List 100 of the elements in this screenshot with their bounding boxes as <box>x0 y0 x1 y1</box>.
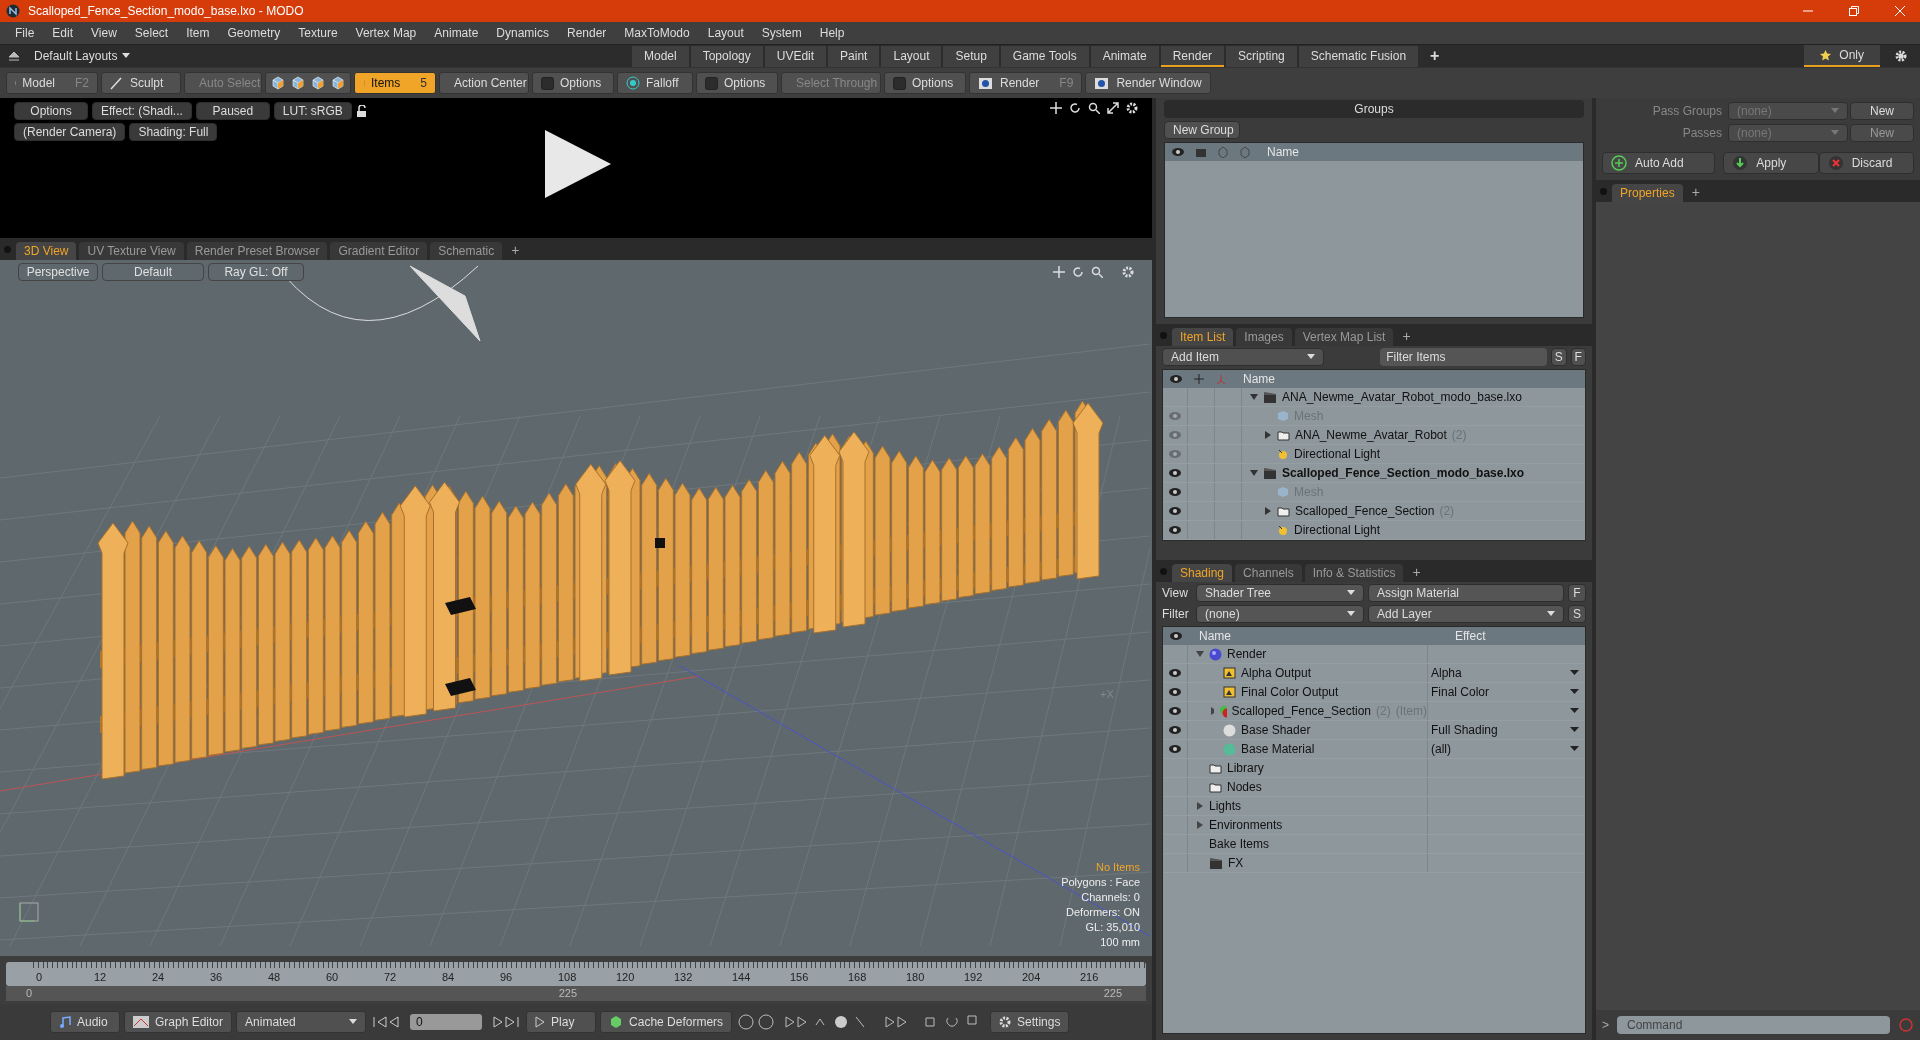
collapse-arrow-icon[interactable] <box>1196 650 1204 658</box>
eye-icon[interactable] <box>1168 668 1182 678</box>
panel-tab[interactable]: Item List <box>1172 328 1234 346</box>
menu-item[interactable]: Vertex Map <box>346 26 426 40</box>
menu-item[interactable]: Animate <box>425 26 488 40</box>
preview-option-button[interactable]: Paused <box>195 102 270 120</box>
add-tab-button[interactable]: + <box>1420 45 1450 67</box>
expand-arrow-icon[interactable] <box>1196 821 1204 829</box>
shader-row[interactable]: Final Color Output Final Color <box>1163 683 1585 702</box>
collapse-icon[interactable] <box>8 51 20 61</box>
f-button[interactable]: F <box>1570 348 1586 366</box>
add-tab-button[interactable]: + <box>1396 326 1417 346</box>
add-layer-dropdown[interactable]: Add Layer <box>1368 605 1564 623</box>
add-item-dropdown[interactable]: Add Item <box>1162 348 1325 366</box>
f-button[interactable]: F <box>1568 584 1586 602</box>
panel-tab[interactable]: Vertex Map List <box>1294 328 1394 346</box>
item-row[interactable]: ANA_Newme_Avatar_Robot_modo_base.lxo <box>1163 388 1585 407</box>
new-group-button[interactable]: New Group <box>1164 121 1240 139</box>
viewport-option-button[interactable]: Perspective <box>18 263 98 281</box>
expand-arrow-icon[interactable] <box>1196 802 1204 810</box>
menu-item[interactable]: Render <box>558 26 616 40</box>
eye-icon[interactable] <box>1168 525 1182 535</box>
move-icon[interactable] <box>1050 102 1062 114</box>
viewport-tab[interactable]: Gradient Editor <box>330 242 428 260</box>
filter-dropdown[interactable]: (none) <box>1196 605 1364 623</box>
only-button[interactable]: Only <box>1804 45 1880 67</box>
panel-tab[interactable]: Info & Statistics <box>1304 564 1404 582</box>
menu-item[interactable]: File <box>6 26 44 40</box>
settings-icon[interactable] <box>1894 49 1908 63</box>
shader-row[interactable]: Bake Items <box>1163 835 1585 854</box>
s-button[interactable]: S <box>1551 348 1567 366</box>
shader-row[interactable]: Environments <box>1163 816 1585 835</box>
layout-tab[interactable]: Render <box>1160 45 1225 67</box>
shader-row[interactable]: Render <box>1163 645 1585 664</box>
viewport-tab[interactable]: UV Texture View <box>79 242 184 260</box>
menu-item[interactable]: Dynamics <box>487 26 558 40</box>
layout-tab[interactable]: Topology <box>690 45 763 67</box>
panel-tab[interactable]: Channels <box>1235 564 1302 582</box>
menu-item[interactable]: Select <box>125 26 178 40</box>
collapse-arrow-icon[interactable] <box>1250 393 1258 401</box>
toolbar-button[interactable]: Model F2 <box>6 72 98 94</box>
menu-item[interactable]: View <box>82 26 126 40</box>
settings-button[interactable]: Settings <box>990 1011 1070 1033</box>
item-row[interactable]: Scalloped_Fence_Section_modo_base.lxo <box>1163 464 1585 483</box>
close-icon[interactable] <box>1894 5 1906 17</box>
audio-button[interactable]: Audio <box>50 1011 120 1033</box>
settings-icon[interactable] <box>1126 102 1138 114</box>
collapse-arrow-icon[interactable] <box>1250 469 1258 477</box>
mode-dropdown[interactable]: Animated <box>236 1011 367 1033</box>
menu-item[interactable]: Item <box>177 26 219 40</box>
search-icon[interactable] <box>1088 102 1100 114</box>
add-tab-button[interactable]: + <box>505 240 526 260</box>
toolbar-button[interactable]: Items 5 <box>354 72 436 94</box>
play-icon[interactable] <box>545 130 611 198</box>
eye-icon[interactable] <box>1168 725 1182 735</box>
eye-icon[interactable] <box>1168 687 1182 697</box>
new-pass-group-button[interactable]: New <box>1850 102 1914 120</box>
shader-row[interactable]: FX <box>1163 854 1585 873</box>
menu-item[interactable]: MaxToModo <box>615 26 699 40</box>
column-header[interactable]: Name <box>1199 629 1439 643</box>
discard-button[interactable]: Discard <box>1818 152 1914 174</box>
toolbar-button[interactable]: Falloff <box>617 72 693 94</box>
shader-row[interactable]: Lights <box>1163 797 1585 816</box>
toolbar-button[interactable]: Options <box>696 72 778 94</box>
shader-row[interactable]: Base Material (all) <box>1163 740 1585 759</box>
layouts-dropdown[interactable]: Default Layouts <box>34 49 184 63</box>
expand-arrow-icon[interactable] <box>1210 707 1215 715</box>
panel-tab[interactable]: Images <box>1236 328 1292 346</box>
s-button[interactable]: S <box>1568 605 1586 623</box>
menu-item[interactable]: Help <box>810 26 854 40</box>
layout-tab[interactable]: Setup <box>943 45 999 67</box>
menu-item[interactable]: System <box>752 26 811 40</box>
layout-tab[interactable]: UVEdit <box>764 45 827 67</box>
caret-icon[interactable] <box>1570 689 1579 695</box>
selection-mode-buttons[interactable] <box>265 72 351 94</box>
column-header[interactable]: Name <box>1267 145 1299 159</box>
expand-arrow-icon[interactable] <box>1264 431 1272 439</box>
viewport-tab[interactable]: Render Preset Browser <box>186 242 328 260</box>
auto-add-button[interactable]: Auto Add <box>1602 152 1716 174</box>
add-tab-button[interactable]: + <box>1685 182 1706 202</box>
viewport-option-button[interactable]: Ray GL: Off <box>208 263 304 281</box>
panel-tab[interactable]: Shading <box>1172 564 1233 582</box>
refresh-icon[interactable] <box>1069 102 1081 114</box>
panel-handle-icon[interactable] <box>1600 187 1607 195</box>
layout-tab[interactable]: Scripting <box>1226 45 1297 67</box>
panel-handle-icon[interactable] <box>4 245 11 253</box>
toolbar-button[interactable]: Render F9 <box>969 72 1083 94</box>
layout-tab[interactable]: Schematic Fusion <box>1298 45 1419 67</box>
menu-item[interactable]: Texture <box>289 26 347 40</box>
caret-icon[interactable] <box>1570 708 1579 714</box>
caret-icon[interactable] <box>1570 727 1579 733</box>
layout-tab[interactable]: Animate <box>1090 45 1159 67</box>
frame-input-field[interactable]: 0 <box>410 1014 483 1030</box>
view-dropdown[interactable]: Shader Tree <box>1196 584 1364 602</box>
panel-handle-icon[interactable] <box>1160 567 1167 575</box>
item-row[interactable]: Directional Light <box>1163 521 1585 540</box>
cache-deformers-button[interactable]: Cache Deformers <box>600 1011 733 1033</box>
toolbar-button[interactable]: Options <box>532 72 614 94</box>
filter-items-field[interactable]: Filter Items <box>1380 348 1548 366</box>
apply-button[interactable]: Apply <box>1723 152 1819 174</box>
